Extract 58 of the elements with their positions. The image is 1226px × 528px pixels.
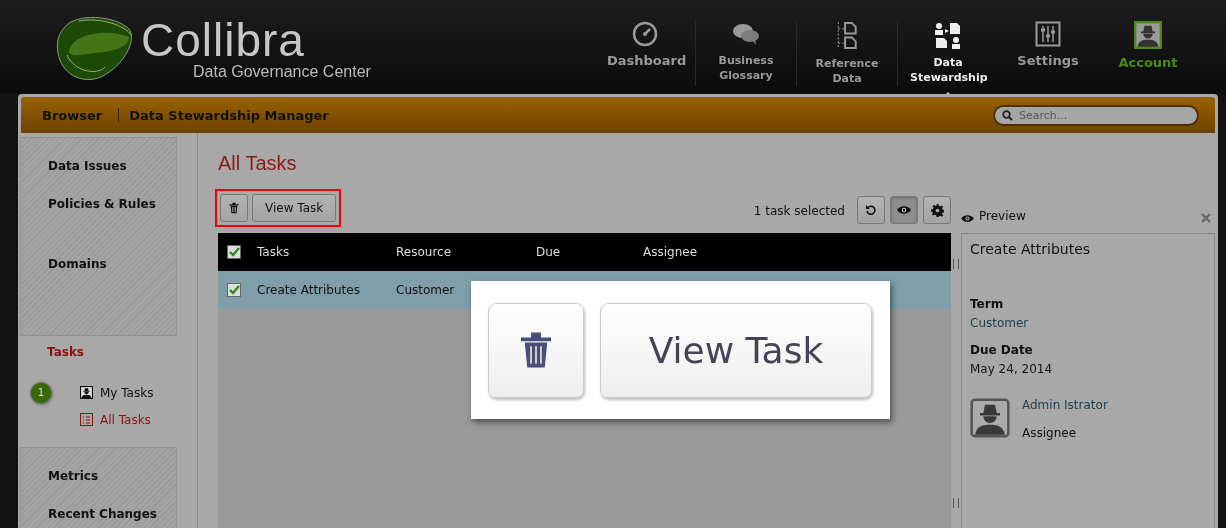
- nav-item[interactable]: Settings: [998, 21, 1098, 86]
- table-cell-text: Customer: [396, 283, 456, 297]
- table-cell-text: Create Attributes: [257, 283, 361, 297]
- logo-subtitle: Data Governance Center: [193, 62, 371, 81]
- avatar-icon: [1134, 21, 1162, 49]
- speech-bubbles-icon: [732, 21, 760, 47]
- settings-button[interactable]: [923, 196, 951, 224]
- preview-label: Preview: [979, 209, 1026, 223]
- preview-button[interactable]: [890, 196, 918, 224]
- checkbox[interactable]: [227, 283, 241, 297]
- count-badge: 1: [30, 381, 52, 404]
- column-header[interactable]: Due: [536, 245, 643, 259]
- search-icon: [1002, 109, 1013, 121]
- close-icon[interactable]: [1201, 213, 1211, 223]
- avatar-icon: [970, 398, 1010, 438]
- column-header[interactable]: Resource: [396, 245, 536, 259]
- sidebar-heading[interactable]: Tasks: [18, 345, 197, 379]
- documents-icon: [835, 21, 859, 50]
- refresh-icon: [865, 204, 877, 216]
- eye-icon: [897, 205, 911, 215]
- workflow-icon: [933, 21, 963, 49]
- logo-wordmark: Collibra: [141, 16, 305, 63]
- refresh-button[interactable]: [857, 196, 885, 224]
- sidebar-item[interactable]: Recent Changes: [21, 507, 176, 528]
- gear-icon: [930, 203, 944, 217]
- sidebar-item[interactable]: Data Issues: [21, 159, 176, 197]
- field-value: May 24, 2014: [970, 362, 1054, 376]
- gauge-icon: [632, 21, 658, 47]
- column-header[interactable]: Assignee: [643, 245, 698, 259]
- view-task-button[interactable]: View Task: [252, 194, 337, 222]
- sliders-icon: [1035, 21, 1061, 47]
- sidebar-item[interactable]: Domains: [21, 235, 176, 295]
- splitter-handle[interactable]: [953, 259, 959, 269]
- nav-item[interactable]: Reference Data: [797, 21, 898, 86]
- checklist-icon: [80, 413, 93, 426]
- sidebar-item[interactable]: Metrics: [21, 469, 176, 507]
- trash-icon: [228, 202, 240, 214]
- selection-count: 1 task selected: [753, 204, 845, 218]
- eye-icon: [961, 214, 974, 223]
- field-label: Due Date: [970, 343, 1034, 357]
- nav-item[interactable]: Account: [1098, 21, 1198, 86]
- splitter-handle[interactable]: [953, 498, 959, 508]
- preview-title: Create Attributes: [970, 241, 1092, 257]
- page-title: All Tasks: [218, 152, 298, 175]
- sidebar-item[interactable]: 1 My Tasks: [18, 379, 197, 406]
- nav-item[interactable]: Business Glossary: [696, 21, 797, 86]
- field-label: Term: [970, 297, 1005, 311]
- person-card-icon: [80, 386, 93, 399]
- delete-button[interactable]: [220, 194, 248, 222]
- nav-item[interactable]: Dashboard: [595, 21, 696, 86]
- assignee-link[interactable]: Admin Istrator: [1022, 398, 1108, 412]
- field-link[interactable]: Customer: [970, 316, 1206, 330]
- search-field[interactable]: Search...: [993, 104, 1199, 126]
- checkbox[interactable]: [227, 245, 241, 259]
- sidebar-item[interactable]: Policies & Rules: [21, 197, 176, 235]
- assignee-role: Assignee: [1022, 426, 1078, 440]
- sidebar-item[interactable]: All Tasks: [18, 406, 197, 433]
- column-header[interactable]: Tasks: [257, 245, 396, 259]
